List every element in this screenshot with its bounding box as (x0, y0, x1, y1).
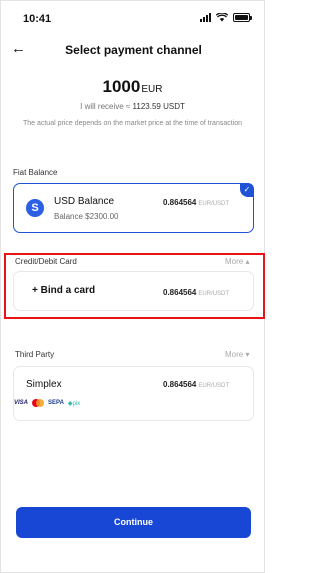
dollar-icon: S (26, 199, 44, 217)
status-bar: 10:41 (1, 1, 266, 35)
usd-balance-amount: Balance $2300.00 (54, 212, 119, 221)
page-title: Select payment channel (65, 43, 202, 57)
highlight-box (4, 253, 265, 319)
payment-logos: VISA SEPA ◆pix (14, 399, 80, 407)
wifi-icon (216, 13, 228, 22)
third-party-section-label: Third Party (15, 350, 55, 359)
status-time: 10:41 (23, 13, 52, 25)
visa-logo-icon: VISA (14, 400, 29, 406)
amount-currency: EUR (141, 84, 163, 95)
usd-balance-name: USD Balance (54, 196, 115, 207)
header: ← Select payment channel (1, 35, 266, 67)
signal-icon (200, 13, 211, 22)
third-party-more-toggle[interactable]: More ▾ (225, 350, 249, 359)
simplex-name: Simplex (26, 379, 62, 390)
continue-button[interactable]: Continue (16, 507, 251, 538)
battery-icon (233, 13, 252, 22)
mastercard-logo-icon (32, 399, 45, 407)
fiat-section-label: Fiat Balance (13, 168, 58, 177)
status-icons (200, 13, 252, 22)
simplex-option[interactable]: Simplex 0.864564 EUR/USDT (13, 366, 254, 421)
receive-line: I will receive ≈ 1123.59 USDT (1, 102, 264, 111)
receive-prefix: I will receive ≈ (80, 102, 131, 111)
receive-value: 1123.59 USDT (132, 102, 185, 111)
simplex-rate: 0.864564 EUR/USDT (163, 380, 230, 389)
selected-check-icon: ✓ (240, 183, 254, 197)
sepa-logo-icon: SEPA (48, 400, 64, 406)
usd-balance-rate: 0.864564 EUR/USDT (163, 198, 230, 207)
amount-display: 1000EUR (1, 77, 264, 97)
phone-screen: 10:41 ← Select payment channel 1000EUR I… (0, 0, 265, 573)
amount-value: 1000 (102, 77, 141, 96)
usd-balance-option[interactable]: S USD Balance Balance $2300.00 0.864564 E… (13, 183, 254, 233)
price-note: The actual price depends on the market p… (22, 120, 243, 127)
pix-logo-icon: ◆pix (67, 400, 81, 407)
